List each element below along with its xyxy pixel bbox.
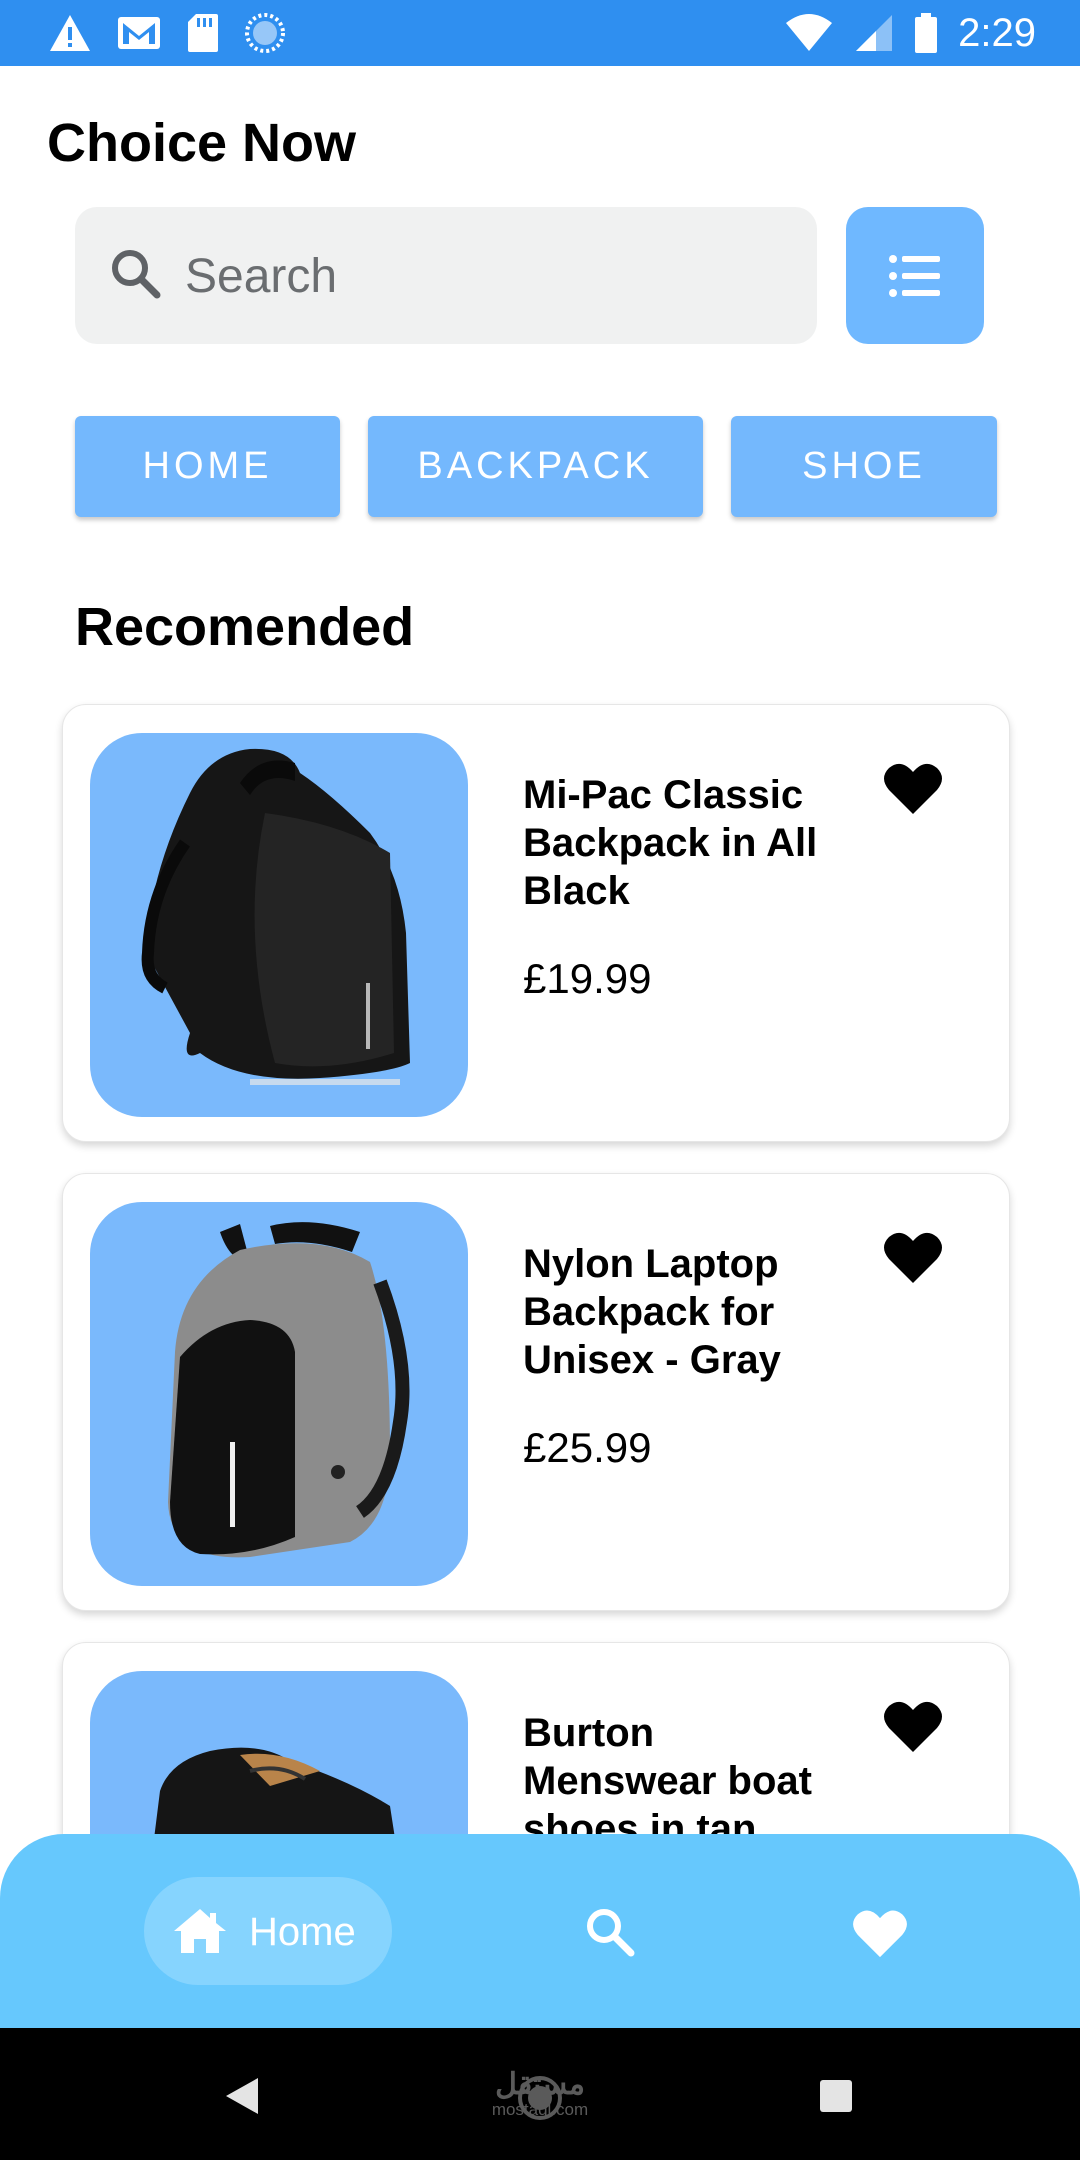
search-bar[interactable] [75,207,817,344]
nav-home-label: Home [249,1910,356,1954]
product-name: Mi-Pac Classic Backpack in All Black [523,773,818,913]
backpack-black-image [141,748,411,1085]
battery-icon [915,13,938,53]
list-icon [889,255,940,297]
page-title: Choice Now [47,113,357,173]
heart-icon[interactable] [883,760,943,816]
bottom-navigation: Home [0,1834,1080,2028]
category-home-button[interactable]: HOME [75,416,340,517]
product-image [90,1202,468,1586]
backpack-gray-image [168,1222,410,1558]
recents-icon[interactable] [818,2078,854,2114]
watermark: مستقل mostaql.com [472,2070,608,2120]
product-card[interactable]: Nylon Laptop Backpack for Unisex - Gray … [62,1173,1010,1611]
gmail-icon [118,17,160,49]
status-right-icons: 2:29 [784,6,1036,60]
watermark-latin: mostaql.com [491,2100,589,2119]
status-bar: 2:29 [0,0,1080,66]
nav-search-icon[interactable] [584,1906,636,1958]
search-input[interactable] [183,242,787,310]
product-name: Burton Menswear boat shoes in tan [523,1711,812,1851]
nav-favorites-icon[interactable] [851,1907,909,1959]
product-image [90,733,468,1117]
status-left-icons [48,10,286,56]
heart-icon[interactable] [883,1229,943,1285]
search-icon [112,250,161,299]
home-icon [174,1909,226,1953]
category-shoe-button[interactable]: SHOE [731,416,997,517]
product-card[interactable]: Mi-Pac Classic Backpack in All Black £19… [62,704,1010,1142]
product-name: Nylon Laptop Backpack for Unisex - Gray [523,1242,781,1382]
signal-icon [856,15,893,51]
back-icon[interactable] [224,2076,260,2116]
sd-card-icon [188,14,218,52]
status-time: 2:29 [958,10,1036,55]
watermark-arabic: مستقل [495,2068,585,2101]
section-title: Recomended [75,597,415,657]
nav-home-tab[interactable]: Home [144,1877,392,1985]
system-navigation-bar: مستقل mostaql.com [0,2028,1080,2160]
wifi-icon [786,14,833,51]
heart-icon[interactable] [883,1698,943,1754]
category-backpack-button[interactable]: BACKPACK [368,416,703,517]
filter-list-button[interactable] [846,207,984,344]
loading-icon [245,13,285,53]
product-price: £25.99 [523,1424,652,1471]
warning-icon [50,15,90,51]
product-price: £19.99 [523,955,652,1002]
